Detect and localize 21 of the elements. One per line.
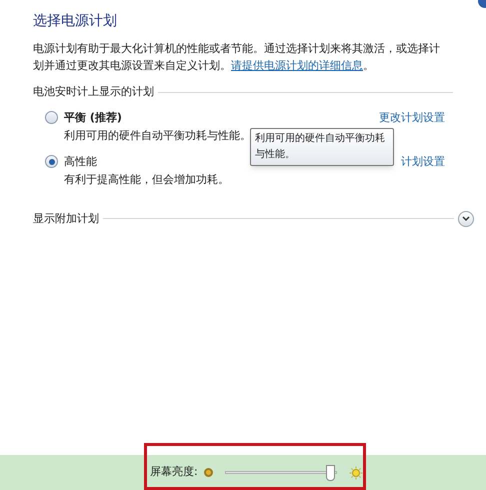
page-title: 选择电源计划 bbox=[33, 12, 118, 30]
plan-name: 高性能 bbox=[64, 154, 97, 170]
plan-description: 有利于提高性能，但会增加功耗。 bbox=[64, 172, 229, 188]
slider-thumb[interactable] bbox=[326, 464, 336, 480]
plan-name: 平衡 (推荐) bbox=[64, 110, 122, 126]
dim-sun-icon bbox=[204, 468, 213, 477]
more-plans-label: 显示附加计划 bbox=[33, 210, 99, 226]
change-plan-link[interactable]: 更改计划设置 bbox=[379, 110, 445, 126]
brightness-label: 屏幕亮度: bbox=[150, 464, 198, 480]
radio-button[interactable] bbox=[45, 155, 58, 168]
bright-sun-icon bbox=[348, 466, 363, 480]
plan-description: 利用可用的硬件自动平衡功耗与性能。 bbox=[64, 128, 251, 144]
section-heading: 电池安时计上显示的计划 bbox=[33, 84, 154, 100]
radio-button[interactable] bbox=[45, 111, 58, 124]
expand-button[interactable] bbox=[458, 210, 474, 227]
chevron-down-icon bbox=[462, 216, 470, 222]
change-plan-link[interactable]: 计划设置 bbox=[401, 154, 445, 170]
description-text: 电源计划有助于最大化计算机的性能或者节能。通过选择计划来将其激活，或选择计划并通过更改其电源设置来自定义计划。请提供电源计划的详细信息。 bbox=[33, 41, 441, 74]
details-link[interactable]: 请提供电源计划的详细信息 bbox=[231, 59, 363, 72]
tooltip: 利用可用的硬件自动平衡功耗与性能。 bbox=[250, 128, 394, 166]
brightness-slider[interactable] bbox=[224, 464, 337, 480]
